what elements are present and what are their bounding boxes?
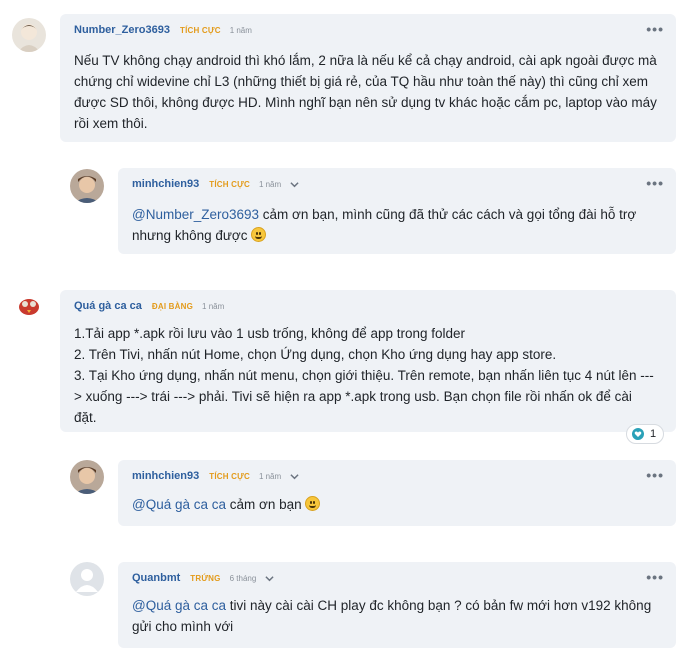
comment-line: 3. Tại Kho ứng dụng, nhấn nút menu, chọn… bbox=[74, 368, 654, 383]
comment-line: chứng chỉ widevine chỉ L3 (những thiết b… bbox=[74, 74, 648, 89]
reaction-button[interactable]: 1 bbox=[626, 424, 665, 444]
rank-badge: TRỨNG bbox=[190, 573, 221, 583]
timestamp[interactable]: 1 năm bbox=[202, 302, 224, 311]
comment-line: > xuống ---> trái ---> phải. Tivi sẽ hiệ… bbox=[74, 389, 632, 404]
heart-icon bbox=[632, 428, 644, 440]
avatar[interactable] bbox=[70, 169, 104, 203]
timestamp[interactable]: 6 tháng bbox=[230, 574, 257, 583]
comment-line: gửi cho mình với bbox=[132, 619, 234, 634]
rank-badge: TÍCH CỰC bbox=[209, 471, 250, 481]
chevron-down-icon[interactable] bbox=[290, 180, 299, 189]
timestamp[interactable]: 1 năm bbox=[259, 472, 281, 481]
comment-text: @Quá gà ca ca cảm ơn bạn bbox=[132, 494, 321, 515]
timestamp[interactable]: 1 năm bbox=[259, 180, 281, 189]
comment-line: cảm ơn bạn bbox=[226, 497, 306, 512]
avatar[interactable] bbox=[14, 291, 44, 321]
comment-line: nhưng không được bbox=[132, 228, 252, 243]
comment-line: rồi xem thôi. bbox=[74, 116, 148, 131]
comment-author[interactable]: minhchien93 bbox=[132, 470, 199, 482]
comment-text: @Quá gà ca ca tivi này cài cài CH play đ… bbox=[132, 595, 651, 637]
comment-text: Nếu TV không chạy android thì khó lắm, 2… bbox=[74, 50, 657, 134]
grinning-emoji-icon bbox=[251, 227, 267, 242]
mention-link[interactable]: @Number_Zero3693 bbox=[132, 207, 259, 222]
chevron-down-icon[interactable] bbox=[265, 574, 274, 583]
comment-line: đặt. bbox=[74, 410, 97, 425]
comment-author[interactable]: Quanbmt bbox=[132, 572, 180, 584]
reply-bubble: Quanbmt TRỨNG 6 tháng ••• @Quá gà ca ca … bbox=[118, 562, 676, 648]
comment-bubble: Quá gà ca ca ĐẠI BÀNG 1 năm ••• 1.Tải ap… bbox=[60, 290, 676, 432]
more-options-icon[interactable]: ••• bbox=[646, 468, 664, 482]
rank-badge: TÍCH CỰC bbox=[209, 179, 250, 189]
comment-author[interactable]: Quá gà ca ca bbox=[74, 300, 142, 312]
comment-line: Nếu TV không chạy android thì khó lắm, 2… bbox=[74, 53, 657, 68]
comment-line: 1.Tải app *.apk rồi lưu vào 1 usb trống,… bbox=[74, 326, 466, 341]
more-options-icon[interactable]: ••• bbox=[646, 570, 664, 584]
comment-line: 2. Trên Tivi, nhấn nút Home, chọn Ứng dụ… bbox=[74, 347, 557, 362]
timestamp[interactable]: 1 năm bbox=[230, 26, 252, 35]
avatar[interactable] bbox=[12, 18, 46, 52]
avatar[interactable] bbox=[70, 460, 104, 494]
mention-link[interactable]: @Quá gà ca ca bbox=[132, 497, 226, 512]
more-options-icon[interactable]: ••• bbox=[646, 176, 664, 190]
reaction-count: 1 bbox=[650, 428, 657, 440]
smiling-emoji-icon bbox=[305, 496, 321, 511]
avatar[interactable] bbox=[70, 562, 104, 596]
comment-author[interactable]: Number_Zero3693 bbox=[74, 24, 170, 36]
more-options-icon[interactable]: ••• bbox=[646, 22, 664, 36]
rank-badge: TÍCH CỰC bbox=[180, 25, 221, 35]
rank-badge: ĐẠI BÀNG bbox=[151, 301, 194, 311]
reply-bubble: minhchien93 TÍCH CỰC 1 năm ••• @Quá gà c… bbox=[118, 460, 676, 526]
reply-bubble: minhchien93 TÍCH CỰC 1 năm ••• @Number_Z… bbox=[118, 168, 676, 254]
chevron-down-icon[interactable] bbox=[290, 472, 299, 481]
comment-line: được SD thôi, không được HD. Mình nghĩ b… bbox=[74, 95, 657, 110]
mention-link[interactable]: @Quá gà ca ca bbox=[132, 598, 226, 613]
comment-line: cảm ơn bạn, mình cũng đã thử các cách và… bbox=[259, 207, 637, 222]
comment-author[interactable]: minhchien93 bbox=[132, 178, 199, 190]
comment-bubble: Number_Zero3693 TÍCH CỰC 1 năm ••• Nếu T… bbox=[60, 14, 676, 142]
comment-text: @Number_Zero3693 cảm ơn bạn, mình cũng đ… bbox=[132, 204, 636, 246]
comment-line: tivi này cài cài CH play đc không bạn ? … bbox=[226, 598, 652, 613]
comment-text: 1.Tải app *.apk rồi lưu vào 1 usb trống,… bbox=[74, 323, 654, 428]
